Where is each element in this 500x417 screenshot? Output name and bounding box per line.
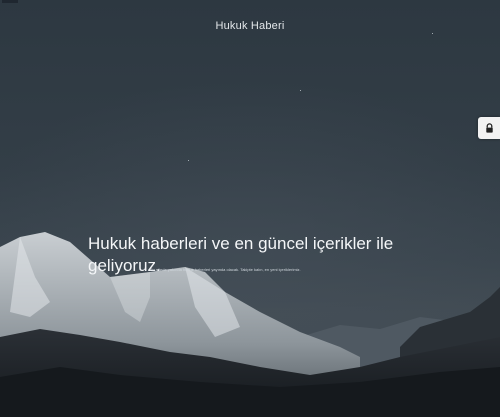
corner-mark bbox=[2, 0, 18, 3]
site-title[interactable]: Hukuk Haberi bbox=[0, 20, 500, 32]
lock-icon bbox=[485, 122, 493, 133]
star bbox=[300, 90, 301, 91]
hero-subline: Bu sitede yakında hukuk haberleri yayınd… bbox=[150, 267, 301, 272]
star bbox=[432, 33, 433, 34]
lock-button[interactable] bbox=[478, 117, 500, 139]
star bbox=[188, 160, 189, 161]
